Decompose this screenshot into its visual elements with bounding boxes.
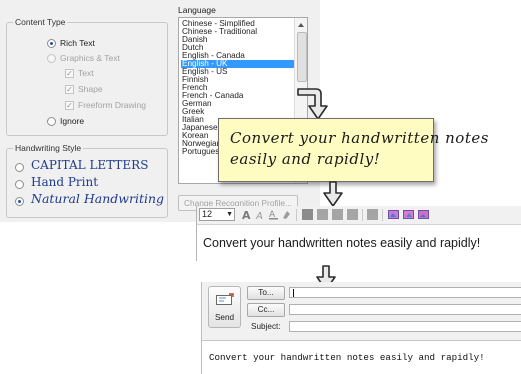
text-checkbox-label: Text: [78, 68, 94, 78]
shape-checkbox[interactable]: ✓: [65, 85, 74, 94]
svg-text:A: A: [242, 209, 251, 220]
rich-text-label: Rich Text: [60, 38, 95, 48]
email-body[interactable]: Convert your handwritten notes easily an…: [202, 340, 521, 374]
align-center-icon[interactable]: [332, 209, 343, 220]
to-field[interactable]: [289, 287, 521, 298]
subject-field[interactable]: [289, 321, 521, 332]
down-arrow-icon: [323, 181, 343, 207]
content-type-title: Content Type: [13, 17, 68, 27]
recognition-settings-panel: Content Type Rich Text Graphics & Text ✓…: [0, 0, 320, 222]
insert-table-icon[interactable]: [403, 209, 414, 220]
natural-handwriting-label: Natural Handwriting: [31, 191, 165, 206]
justify-icon[interactable]: [367, 209, 378, 220]
toolbar-separator: [296, 209, 297, 221]
text-checkbox[interactable]: ✓: [65, 69, 74, 78]
send-button[interactable]: Send: [208, 286, 241, 328]
editor-content[interactable]: Convert your handwritten notes easily an…: [203, 236, 480, 250]
svg-text:A: A: [255, 211, 263, 220]
hand-print-label: Hand Print: [31, 175, 99, 189]
hand-print-radio[interactable]: [15, 180, 24, 189]
subject-label: Subject:: [251, 322, 281, 331]
email-compose-window: Send To... Cc... Subject: Convert your h…: [201, 282, 521, 374]
freeform-drawing-label: Freeform Drawing: [78, 100, 147, 110]
toolbar-separator: [382, 209, 383, 221]
font-size-value: 12: [202, 209, 213, 219]
scroll-thumb[interactable]: [297, 32, 307, 82]
bold-icon[interactable]: [302, 209, 313, 220]
grow-font-icon[interactable]: A: [241, 209, 252, 220]
align-right-icon[interactable]: [347, 209, 358, 220]
capital-letters-radio[interactable]: [15, 163, 24, 172]
align-left-icon[interactable]: [317, 209, 328, 220]
graphics-text-label: Graphics & Text: [60, 53, 120, 63]
ignore-radio[interactable]: [47, 117, 56, 126]
shape-checkbox-label: Shape: [78, 84, 103, 94]
shrink-font-icon[interactable]: A: [255, 209, 266, 220]
capital-letters-label: CAPITAL LETTERS: [31, 158, 149, 172]
note-handwriting-line2: easily and rapidly!: [230, 150, 381, 168]
highlight-icon[interactable]: [281, 209, 292, 220]
freeform-drawing-checkbox[interactable]: ✓: [65, 101, 74, 110]
ignore-label: Ignore: [60, 116, 85, 126]
underline-icon[interactable]: A: [268, 209, 279, 220]
handwriting-style-title: Handwriting Style: [13, 143, 84, 153]
note-handwriting-line1: Convert your handwritten notes: [230, 129, 489, 147]
envelope-icon: [216, 293, 234, 305]
cc-button[interactable]: Cc...: [247, 303, 285, 317]
graphics-text-radio[interactable]: [47, 54, 56, 63]
insert-image-icon[interactable]: [388, 209, 399, 220]
formatting-toolbar: 12 ▼ A A A: [197, 206, 521, 225]
scroll-up-icon[interactable]: [295, 18, 307, 32]
cc-field[interactable]: [289, 304, 521, 315]
rich-text-editor[interactable]: 12 ▼ A A A Convert your handwritten note…: [196, 206, 521, 261]
toolbar-separator: [362, 209, 363, 221]
natural-handwriting-radio[interactable]: [15, 197, 24, 206]
to-button[interactable]: To...: [247, 286, 285, 300]
insert-link-icon[interactable]: [418, 209, 429, 220]
language-title: Language: [178, 5, 216, 15]
handwriting-note: Convert your handwritten notes easily an…: [218, 118, 488, 182]
font-size-select[interactable]: 12 ▼: [199, 208, 235, 221]
text-cursor: [293, 289, 294, 297]
email-body-text: Convert your handwritten notes easily an…: [209, 352, 485, 363]
send-label: Send: [214, 313, 235, 322]
chevron-down-icon: ▼: [226, 211, 233, 218]
rich-text-radio[interactable]: [47, 39, 56, 48]
